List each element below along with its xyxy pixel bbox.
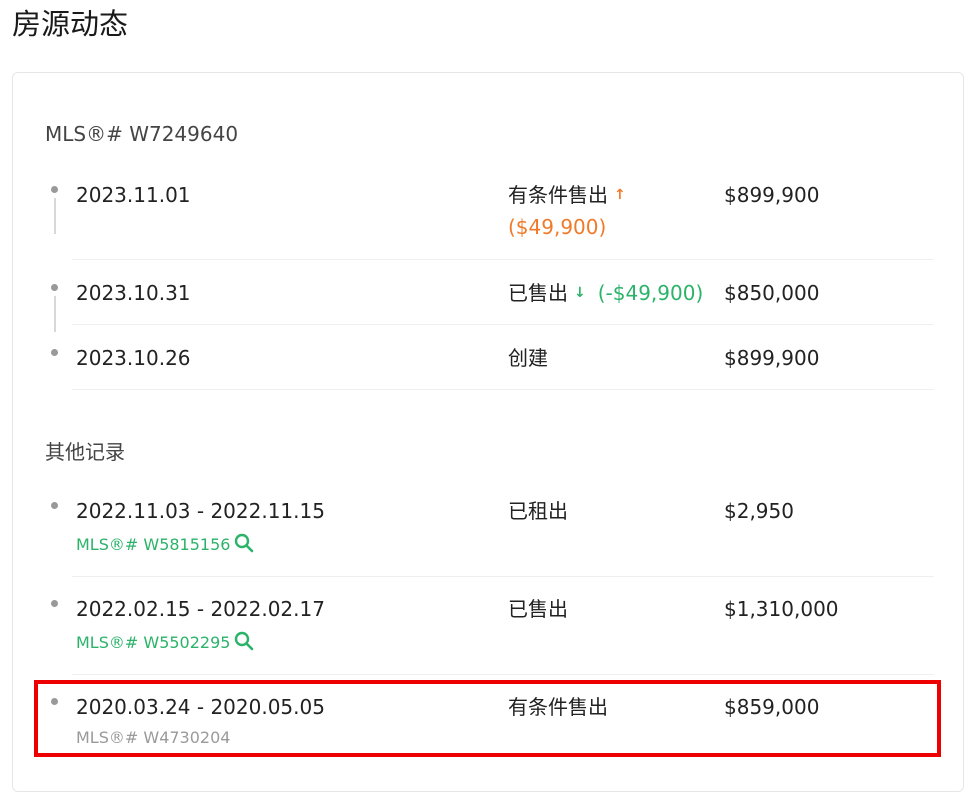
record-status: 已租出 — [508, 499, 568, 523]
price-change: (-$49,900) — [597, 281, 704, 305]
event-status: 创建 — [508, 346, 548, 370]
record-mls-text[interactable]: MLS®# W5815156 — [76, 535, 230, 554]
arrow-down-icon: ↓ — [574, 285, 586, 301]
search-icon[interactable] — [234, 533, 254, 553]
divider — [72, 389, 934, 390]
timeline-dot — [51, 349, 58, 356]
timeline-dot — [51, 186, 58, 193]
record-dot — [51, 600, 58, 607]
current-mls-label: MLS®# W7249640 — [45, 122, 239, 146]
other-records-title: 其他记录 — [45, 440, 125, 464]
event-status: 已售出 ↓ (-$49,900) — [508, 279, 703, 307]
price-change: ($49,900) — [508, 215, 607, 239]
arrow-up-icon: ↑ — [614, 187, 626, 203]
search-icon[interactable] — [234, 631, 254, 651]
event-status-label: 已售出 — [508, 281, 568, 305]
record-status: 已售出 — [508, 597, 568, 621]
record-mls-link[interactable]: MLS®# W5815156 — [76, 533, 254, 556]
event-date: 2023.10.31 — [76, 281, 191, 305]
divider — [72, 576, 934, 577]
event-date: 2023.11.01 — [76, 183, 191, 207]
timeline-dot — [51, 284, 58, 291]
event-status-label: 有条件售出 — [508, 183, 608, 207]
record-date-range: 2022.02.15 - 2022.02.17 — [76, 597, 325, 621]
event-price: $899,900 — [724, 183, 820, 207]
divider — [72, 324, 934, 325]
event-date: 2023.10.26 — [76, 346, 191, 370]
event-status: 有条件售出 ↑ — [508, 181, 626, 209]
event-price: $899,900 — [724, 346, 820, 370]
event-price: $850,000 — [724, 281, 820, 305]
page-title: 房源动态 — [12, 7, 129, 41]
divider — [72, 259, 934, 260]
divider — [72, 674, 934, 675]
record-date-range: 2022.11.03 - 2022.11.15 — [76, 499, 325, 523]
record-dot — [51, 502, 58, 509]
record-price: $2,950 — [724, 499, 794, 523]
record-mls-link[interactable]: MLS®# W5502295 — [76, 631, 254, 654]
timeline-line — [54, 198, 56, 234]
highlight-box — [34, 680, 941, 757]
record-price: $1,310,000 — [724, 597, 839, 621]
timeline-line — [54, 296, 56, 332]
record-mls-text[interactable]: MLS®# W5502295 — [76, 633, 230, 652]
